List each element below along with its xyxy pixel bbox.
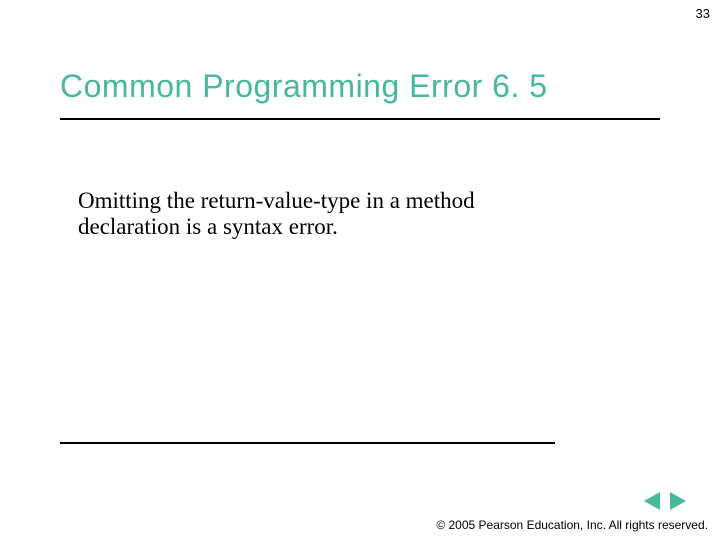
body-text: Omitting the return-value-type in a meth…: [78, 188, 558, 241]
divider-bottom: [60, 442, 555, 444]
slide-title: Common Programming Error 6. 5: [60, 68, 548, 105]
divider-top: [60, 118, 660, 120]
copyright-text: © 2005 Pearson Education, Inc. All right…: [436, 518, 708, 532]
prev-slide-icon[interactable]: [644, 492, 660, 510]
page-number: 33: [696, 6, 710, 21]
next-slide-icon[interactable]: [670, 492, 686, 510]
nav-buttons: [644, 492, 686, 510]
